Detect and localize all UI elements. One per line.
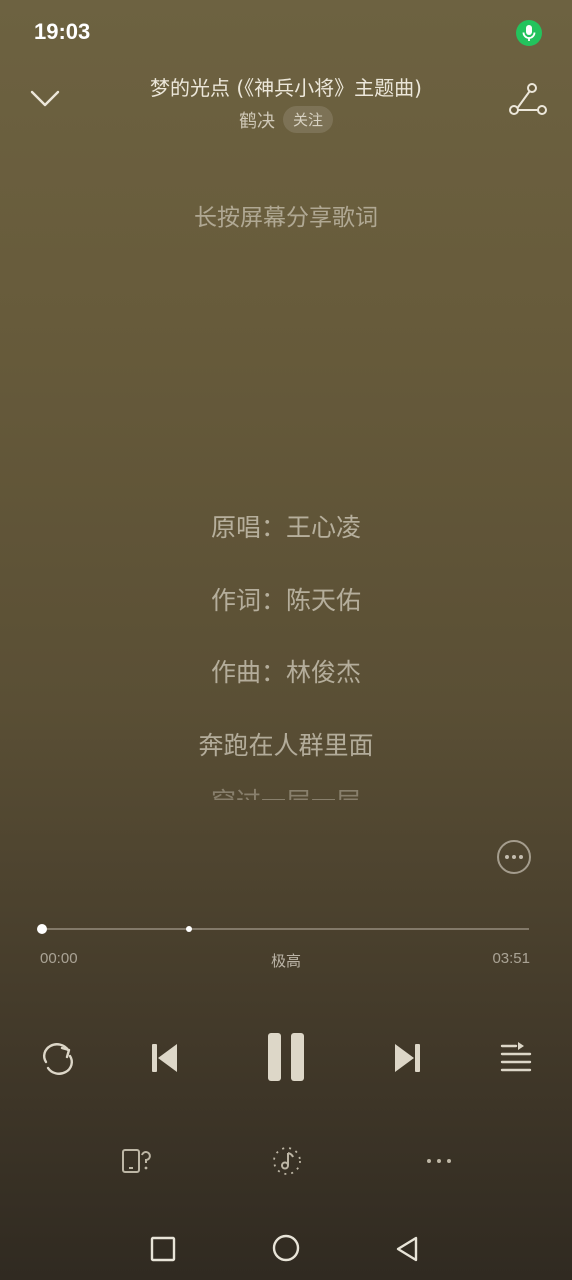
lyrics-share-hint: 长按屏幕分享歌词 bbox=[194, 205, 378, 231]
playlist-button[interactable] bbox=[492, 1036, 540, 1080]
share-icon bbox=[509, 83, 547, 115]
play-pause-button[interactable] bbox=[256, 1028, 316, 1086]
repeat-button[interactable] bbox=[34, 1036, 82, 1080]
dot bbox=[512, 855, 516, 859]
lyric-line[interactable]: 原唱：王心凌 bbox=[0, 508, 572, 544]
dot bbox=[505, 855, 509, 859]
nav-back-button[interactable] bbox=[386, 1228, 428, 1270]
device-switch-button[interactable] bbox=[114, 1142, 156, 1180]
sound-effect-icon bbox=[273, 1147, 301, 1175]
quality-selector[interactable]: 极高 bbox=[0, 950, 572, 971]
status-time: 19:03 bbox=[34, 19, 91, 44]
artist-name[interactable]: 鹤决 bbox=[239, 107, 275, 133]
lyric-line[interactable]: 作词：陈天佑 bbox=[0, 581, 572, 617]
mic-icon bbox=[516, 20, 542, 46]
skip-previous-icon bbox=[152, 1044, 177, 1072]
previous-button[interactable] bbox=[140, 1036, 188, 1080]
device-switch-icon bbox=[122, 1149, 151, 1173]
lyric-partial-text: 穿过一层一层 bbox=[0, 786, 572, 800]
collapse-button[interactable] bbox=[26, 82, 66, 118]
pause-icon bbox=[268, 1033, 304, 1081]
dot bbox=[519, 855, 523, 859]
buffer-marker bbox=[186, 926, 192, 932]
repeat-icon bbox=[43, 1043, 73, 1075]
follow-button[interactable]: 关注 bbox=[282, 106, 333, 133]
more-options-button[interactable] bbox=[418, 1142, 460, 1180]
lyric-line[interactable]: 奔跑在人群里面 bbox=[0, 726, 572, 762]
total-time: 03:51 bbox=[492, 950, 530, 967]
lyrics-more-button[interactable] bbox=[497, 840, 531, 874]
artist-row: 鹤决 关注 bbox=[86, 106, 486, 133]
skip-next-icon bbox=[395, 1044, 420, 1072]
playlist-icon bbox=[500, 1042, 532, 1072]
progress-track[interactable] bbox=[42, 928, 529, 930]
circle-icon bbox=[272, 1234, 300, 1262]
song-title: 梦的光点 (《神兵小将》主题曲) bbox=[150, 76, 422, 100]
square-icon bbox=[150, 1236, 176, 1262]
nav-recent-button[interactable] bbox=[142, 1228, 184, 1270]
nav-home-button[interactable] bbox=[265, 1227, 307, 1269]
more-icon bbox=[427, 1159, 451, 1163]
share-button[interactable] bbox=[506, 80, 550, 120]
next-button[interactable] bbox=[384, 1036, 432, 1080]
chevron-down-icon bbox=[30, 90, 60, 107]
sound-effect-button[interactable] bbox=[266, 1142, 308, 1180]
triangle-back-icon bbox=[396, 1236, 418, 1262]
lyric-line-partial: 穿过一层一层 bbox=[0, 786, 572, 800]
lyric-line[interactable]: 作曲：林俊杰 bbox=[0, 653, 572, 689]
progress-thumb[interactable] bbox=[37, 924, 47, 934]
